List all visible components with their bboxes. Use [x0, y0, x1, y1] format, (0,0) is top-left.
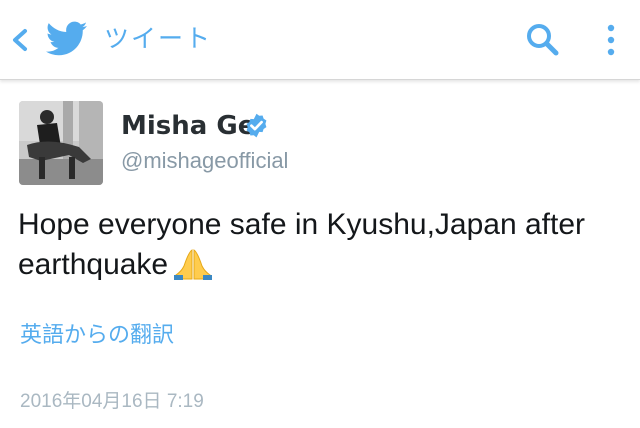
tweet-text: Hope everyone safe in Kyushu,Japan after… — [18, 205, 623, 285]
twitter-bird-icon — [45, 21, 88, 57]
avatar[interactable] — [19, 101, 103, 185]
translate-link[interactable]: 英語からの翻訳 — [20, 320, 174, 352]
search-icon[interactable] — [523, 20, 563, 60]
more-vertical-icon[interactable] — [599, 20, 623, 60]
tweet-body: Hope everyone safe in Kyushu,Japan after… — [18, 208, 586, 281]
verified-badge-icon — [243, 112, 270, 139]
folded-hands-emoji-icon — [174, 248, 213, 280]
display-name[interactable]: Misha Ge — [121, 110, 255, 142]
top-app-bar: ツイート — [0, 0, 640, 80]
tweet-timestamp: 2016年04月16日 7:19 — [20, 391, 204, 412]
back-chevron-icon[interactable] — [8, 26, 32, 54]
page-title: ツイート — [104, 24, 213, 53]
user-handle[interactable]: @mishageofficial — [121, 146, 288, 176]
